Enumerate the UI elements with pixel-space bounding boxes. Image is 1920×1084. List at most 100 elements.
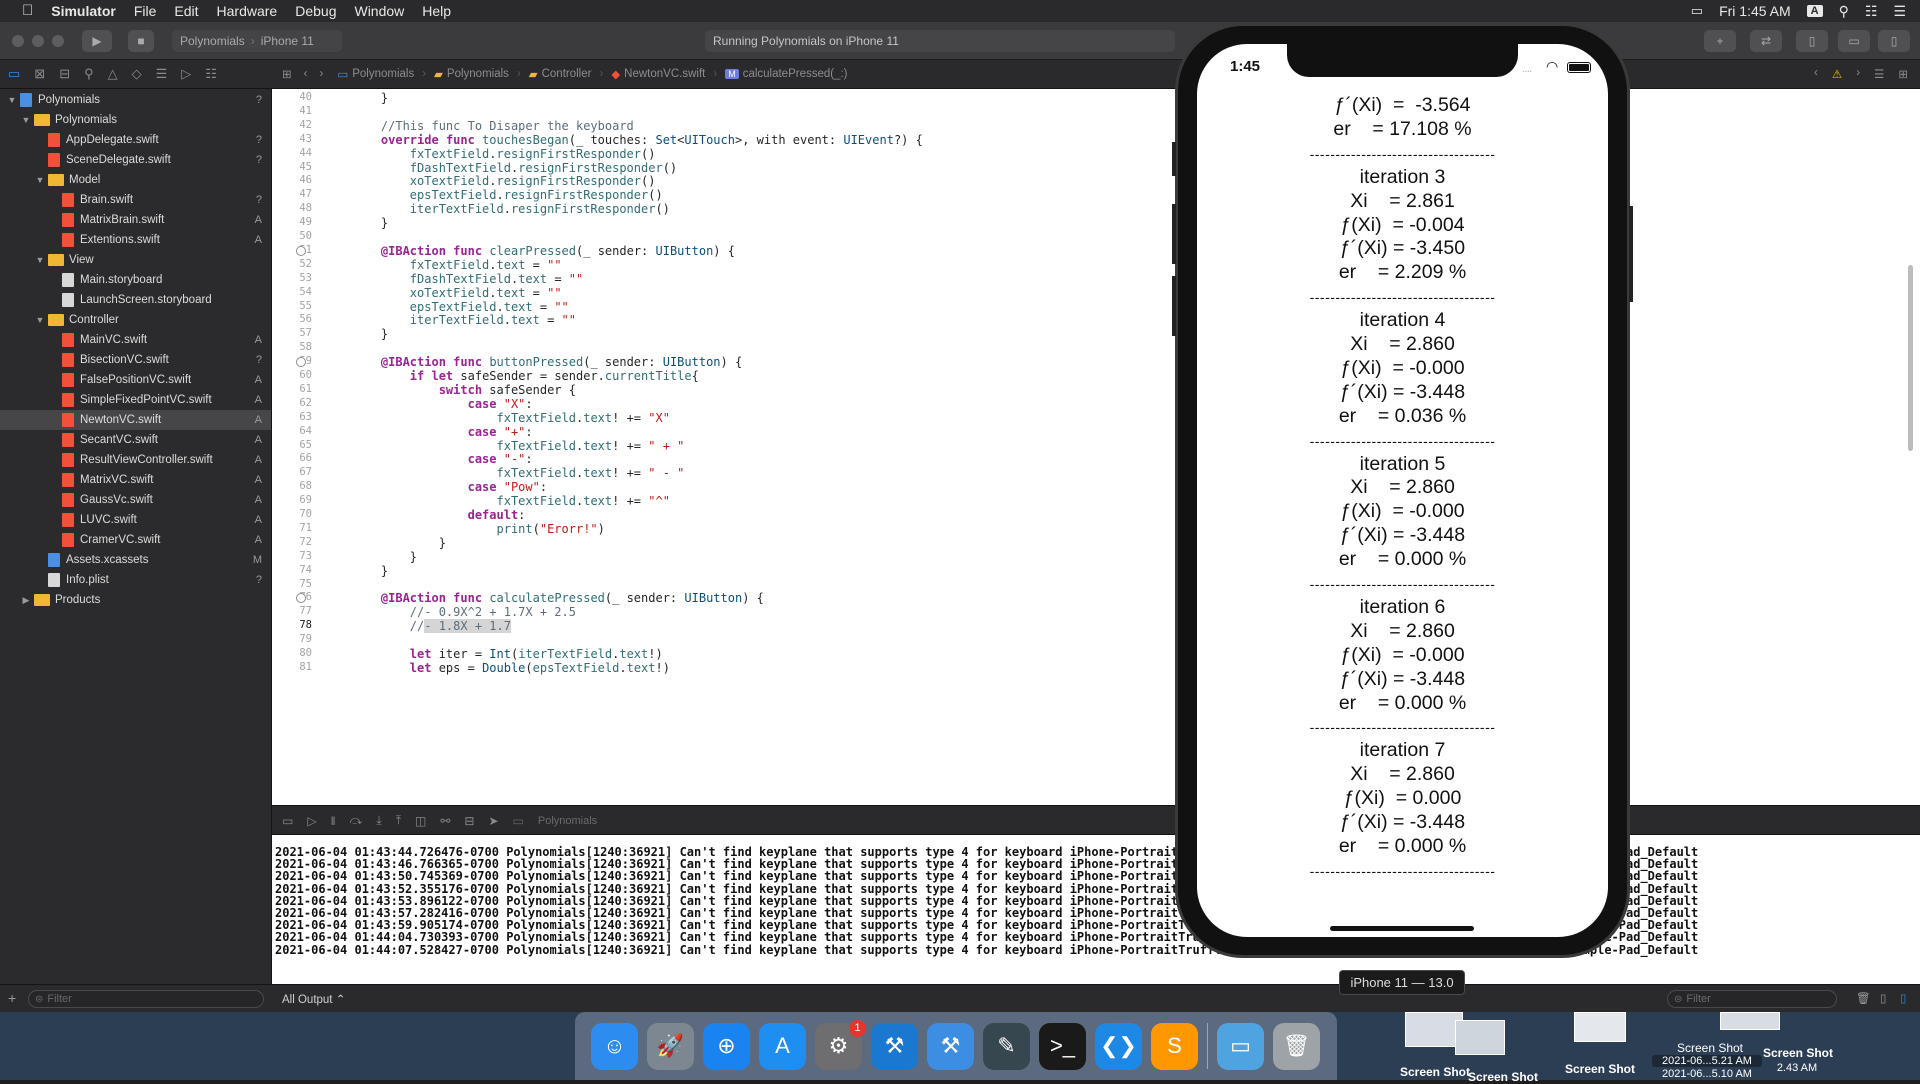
navigator-item[interactable]: Info.plist? — [0, 570, 271, 590]
warning-icon[interactable]: ⚠ — [1832, 67, 1842, 81]
disclosure-closed-icon[interactable]: ▶ — [20, 595, 32, 606]
code-line[interactable]: xoTextField.resignFirstResponder() — [352, 174, 656, 188]
step-into-icon[interactable]: ⤓ — [376, 813, 381, 828]
source-editor[interactable]: 4041424344454647484950 515253545556575859… — [272, 89, 1920, 805]
zoom-window-button[interactable] — [52, 35, 64, 47]
apple-icon[interactable]:  — [0, 0, 42, 22]
code-line[interactable]: fxTextField.resignFirstResponder() — [352, 147, 656, 161]
code-line[interactable]: fxTextField.text! += " + " — [352, 439, 685, 453]
menu-debug[interactable]: Debug — [286, 0, 345, 22]
menu-edit[interactable]: Edit — [165, 0, 207, 22]
code-line[interactable]: } — [352, 550, 417, 564]
code-line[interactable]: epsTextField.resignFirstResponder() — [352, 188, 663, 202]
environment-overrides-icon[interactable]: ⊟ — [464, 814, 474, 828]
desktop-screenshot-label[interactable]: Screen Shot — [1670, 1041, 1750, 1055]
forward-icon[interactable]: › — [319, 68, 323, 80]
navigator-item[interactable]: FalsePositionVC.swift A — [0, 370, 271, 390]
issue-navigator-icon[interactable]: △ — [108, 66, 118, 82]
code-line[interactable]: @IBAction func buttonPressed(_ sender: U… — [352, 355, 742, 369]
control-center-icon[interactable]: ☷ — [1865, 3, 1878, 20]
navigator-item[interactable]: MatrixBrain.swift A — [0, 210, 271, 230]
navigator-item[interactable]: SecantVC.swift A — [0, 430, 271, 450]
code-line[interactable]: fDashTextField.resignFirstResponder() — [352, 161, 677, 175]
navigator-item[interactable]: MatrixVC.swift A — [0, 470, 271, 490]
code-line[interactable]: case "Pow": — [352, 480, 548, 494]
line-number-gutter[interactable]: 4041424344454647484950 515253545556575859… — [272, 89, 316, 805]
navigator-item[interactable]: ▼ View — [0, 250, 271, 270]
terminal-icon[interactable]: >_ — [1039, 1022, 1086, 1070]
navigator-filter-field[interactable]: ⊜ Filter — [28, 990, 264, 1008]
add-file-icon[interactable]: + — [8, 990, 16, 1006]
minimize-window-button[interactable] — [32, 35, 44, 47]
toggle-navigator-button[interactable]: ▯ — [1796, 30, 1828, 52]
code-line[interactable]: fxTextField.text = "" — [352, 258, 562, 272]
desktop-screenshot-label[interactable]: Screen Shot — [1463, 1070, 1543, 1084]
desktop-screenshot-label[interactable]: Screen Shot — [1758, 1046, 1838, 1060]
navigator-item[interactable]: ▼ Polynomials — [0, 110, 271, 130]
navigator-item[interactable]: Main.storyboard — [0, 270, 271, 290]
trash-console-icon[interactable]: 🗑 — [1856, 991, 1871, 1005]
home-indicator[interactable] — [1330, 926, 1474, 931]
breadcrumb-project[interactable]: ▭ Polynomials — [337, 67, 414, 81]
back-icon[interactable]: ‹ — [304, 68, 308, 80]
code-line[interactable]: } — [352, 536, 446, 550]
safari-icon[interactable]: ⊕ — [703, 1022, 750, 1070]
code-line[interactable]: } — [352, 91, 388, 105]
add-editor-icon[interactable]: ⊞ — [1898, 67, 1908, 81]
xcode-beta-icon[interactable]: ⚒ — [927, 1022, 974, 1070]
code-line[interactable]: fxTextField.text! += "X" — [352, 411, 670, 425]
menu-file[interactable]: File — [125, 0, 166, 22]
navigator-item[interactable]: Extentions.swift A — [0, 230, 271, 250]
stop-button[interactable]: ■ — [128, 30, 154, 52]
ibaction-connection-icon[interactable] — [296, 245, 306, 256]
code-line[interactable]: //- 1.8X + 1.7 — [352, 619, 511, 634]
navigator-item[interactable]: ▼ Polynomials? — [0, 90, 271, 110]
navigator-item[interactable]: ▶ Products — [0, 590, 271, 610]
code-line[interactable]: fxTextField.text! += "^" — [352, 494, 670, 508]
simulator-screen[interactable]: ƒ´(Xi) = -3.564 er = 17.108 % ------------… — [1197, 44, 1608, 937]
navigator-item[interactable]: GaussVc.swift A — [0, 490, 271, 510]
code-line[interactable]: fxTextField.text! += " - " — [352, 466, 685, 480]
code-line[interactable]: case "-": — [352, 452, 533, 466]
code-line[interactable]: iterTextField.text = "" — [352, 313, 576, 327]
breadcrumb-file[interactable]: ◆ NewtonVC.swift — [611, 67, 705, 81]
editor-options-icon[interactable]: ☰ — [1874, 67, 1884, 81]
code-line[interactable]: @IBAction func calculatePressed(_ sender… — [352, 591, 764, 605]
menu-clock[interactable]: Fri 1:45 AM — [1719, 3, 1791, 19]
navigator-item[interactable]: CramerVC.swift A — [0, 530, 271, 550]
downloads-folder-icon[interactable]: ▭ — [1217, 1022, 1264, 1070]
output-selector[interactable]: All Output ⌃ — [282, 992, 345, 1006]
code-line[interactable]: switch safeSender { — [352, 383, 576, 397]
desktop-screenshot-thumb[interactable] — [1720, 1012, 1780, 1030]
step-over-icon[interactable]: ⤼ — [350, 813, 363, 828]
code-line[interactable]: override func touchesBegan(_ touches: Se… — [352, 133, 923, 147]
find-navigator-icon[interactable]: ⚲ — [84, 66, 94, 82]
run-button[interactable]: ▶ — [82, 30, 112, 52]
code-line[interactable]: print("Erorr!") — [352, 522, 605, 536]
report-navigator-icon[interactable]: ☷ — [205, 66, 217, 82]
navigator-item[interactable]: NewtonVC.swift A — [0, 410, 271, 430]
code-line[interactable]: fDashTextField.text = "" — [352, 272, 583, 286]
scheme-selector[interactable]: Polynomials › iPhone 11 — [172, 30, 342, 52]
code-line[interactable]: default: — [352, 508, 526, 522]
search-icon[interactable]: ⚲ — [1839, 3, 1849, 20]
navigator-item[interactable]: LUVC.swift A — [0, 510, 271, 530]
launchpad-icon[interactable]: 🚀 — [647, 1022, 694, 1070]
test-navigator-icon[interactable]: ◇ — [132, 66, 142, 82]
code-line[interactable]: //This func To Disaper the keyboard — [352, 119, 634, 133]
menu-help[interactable]: Help — [413, 0, 460, 22]
code-line[interactable]: } — [352, 216, 388, 230]
console-view-icon[interactable]: ▯ — [1900, 991, 1906, 1005]
navigator-item[interactable]: LaunchScreen.storyboard — [0, 290, 271, 310]
trash-icon[interactable]: 🗑 — [1273, 1022, 1320, 1070]
previous-issue-icon[interactable]: ‹ — [1814, 67, 1818, 81]
console-output[interactable]: 2021-06-04 01:43:44.726476-0700 Polynomi… — [272, 835, 1920, 984]
related-items-icon[interactable]: ⊞ — [282, 67, 292, 81]
code-line[interactable]: } — [352, 564, 388, 578]
vscode-icon[interactable]: ❮❯ — [1095, 1022, 1142, 1070]
desktop-screenshot-thumb[interactable] — [1455, 1020, 1505, 1055]
disclosure-open-icon[interactable]: ▼ — [34, 255, 46, 265]
navigator-item[interactable]: SceneDelegate.swift? — [0, 150, 271, 170]
editor-scrollbar[interactable] — [1908, 265, 1913, 451]
sublime-icon[interactable]: S — [1151, 1022, 1198, 1070]
